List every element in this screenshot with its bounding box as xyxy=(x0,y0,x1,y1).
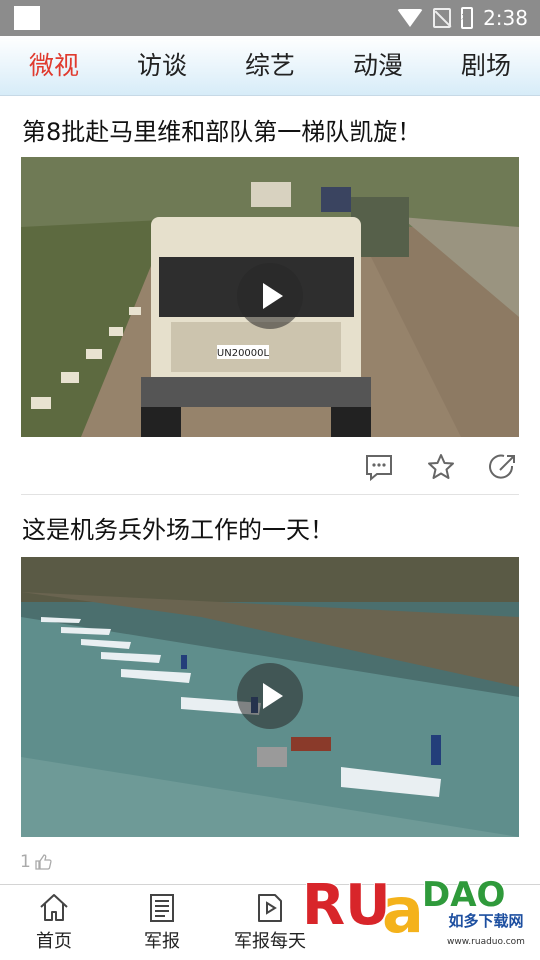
nav-junbao-label: 军报 xyxy=(144,931,180,952)
watermark-text: 如多下载网 xyxy=(448,912,523,930)
play-icon[interactable] xyxy=(237,263,303,329)
status-icons: 2:38 xyxy=(397,0,528,36)
tab-juchang[interactable]: 剧场 xyxy=(432,36,540,95)
no-sim-icon xyxy=(433,8,452,28)
tab-fangtan[interactable]: 访谈 xyxy=(108,36,216,95)
like-count[interactable]: 1 xyxy=(20,852,52,872)
nav-junbao-meitian-label: 军报每天 xyxy=(234,931,306,952)
tab-weishi[interactable]: 微视 xyxy=(0,36,108,95)
share-icon[interactable] xyxy=(488,452,518,482)
video-card: 第8批赴马里维和部队第一梯队凯旋！ UN20000L xyxy=(0,96,540,496)
plate-text: UN20000L xyxy=(217,348,270,359)
tab-zongyi[interactable]: 综艺 xyxy=(216,36,324,95)
video-thumbnail[interactable] xyxy=(21,557,519,837)
video-feed: 第8批赴马里维和部队第一梯队凯旋！ UN20000L 这是机务兵外场工作的一天！… xyxy=(0,96,540,884)
ruandao-watermark-logo: RU a DAO 如多下载网 www.ruaduo.com xyxy=(301,872,532,948)
svg-text:a: a xyxy=(382,874,424,947)
card-actions xyxy=(364,452,518,482)
video-card: 这是机务兵外场工作的一天！ 1 xyxy=(0,496,540,884)
like-count-value: 1 xyxy=(20,852,31,872)
battery-charging-icon xyxy=(460,7,474,29)
newspaper-icon xyxy=(150,894,174,922)
category-tabs: 微视 访谈 综艺 动漫 剧场 xyxy=(0,36,540,96)
video-thumbnail[interactable]: UN20000L xyxy=(21,157,519,437)
watermark-url: www.ruaduo.com xyxy=(447,937,525,947)
video-icon xyxy=(258,894,282,922)
nav-junbao[interactable]: 军报 xyxy=(108,885,216,960)
thumbs-up-icon xyxy=(35,854,52,870)
status-bar: 2:38 xyxy=(0,0,540,36)
home-icon xyxy=(40,894,68,921)
play-icon[interactable] xyxy=(237,663,303,729)
star-icon[interactable] xyxy=(426,452,456,482)
wifi-icon xyxy=(397,9,424,27)
nav-home[interactable]: 首页 xyxy=(0,885,108,960)
divider xyxy=(21,494,519,495)
video-title[interactable]: 第8批赴马里维和部队第一梯队凯旋！ xyxy=(22,112,421,147)
comment-icon[interactable] xyxy=(364,452,394,482)
status-time: 2:38 xyxy=(483,6,528,30)
notification-icon xyxy=(14,6,40,30)
nav-home-label: 首页 xyxy=(36,931,72,952)
video-title[interactable]: 这是机务兵外场工作的一天！ xyxy=(22,510,334,545)
svg-text:RU: RU xyxy=(302,873,391,938)
svg-text:DAO: DAO xyxy=(422,875,505,915)
tab-dongman[interactable]: 动漫 xyxy=(324,36,432,95)
